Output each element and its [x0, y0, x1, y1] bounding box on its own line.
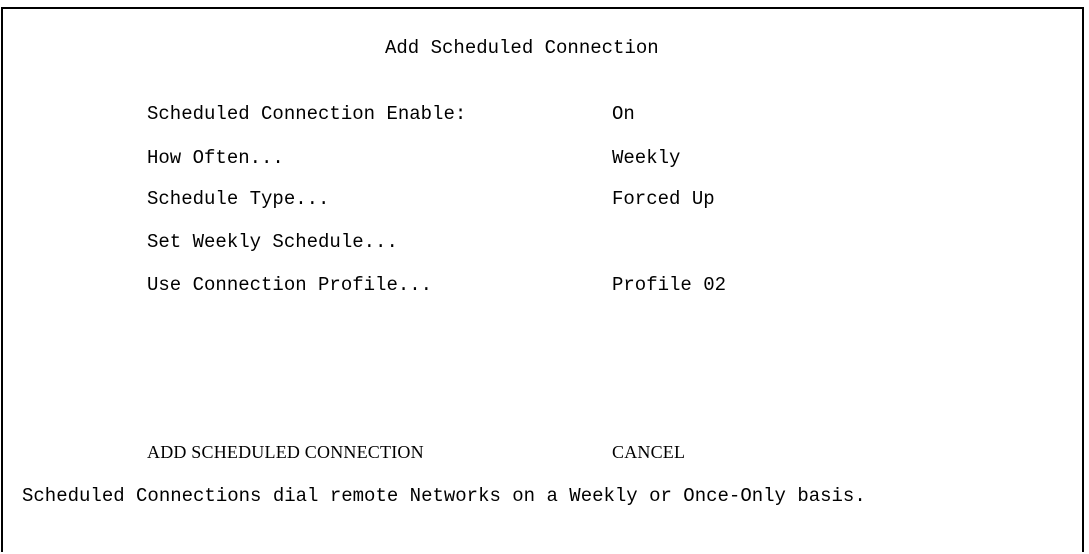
scheduled-connection-enable-label: Scheduled Connection Enable:: [147, 103, 467, 125]
cancel-button[interactable]: CANCEL: [612, 441, 685, 463]
use-connection-profile-value: Profile 02: [612, 274, 727, 296]
add-scheduled-connection-button[interactable]: ADD SCHEDULED CONNECTION: [147, 441, 424, 463]
use-connection-profile-menu-item[interactable]: Use Connection Profile...: [147, 274, 432, 296]
how-often-value: Weekly: [612, 147, 681, 169]
screen-title: Add Scheduled Connection: [385, 37, 659, 59]
set-weekly-schedule-menu-item[interactable]: Set Weekly Schedule...: [147, 231, 398, 253]
schedule-type-menu-item[interactable]: Schedule Type...: [147, 188, 329, 210]
how-often-menu-item[interactable]: How Often...: [147, 147, 284, 169]
schedule-type-value: Forced Up: [612, 188, 715, 210]
scheduled-connection-enable-value[interactable]: On: [612, 103, 635, 125]
status-help-line: Scheduled Connections dial remote Networ…: [22, 485, 866, 507]
